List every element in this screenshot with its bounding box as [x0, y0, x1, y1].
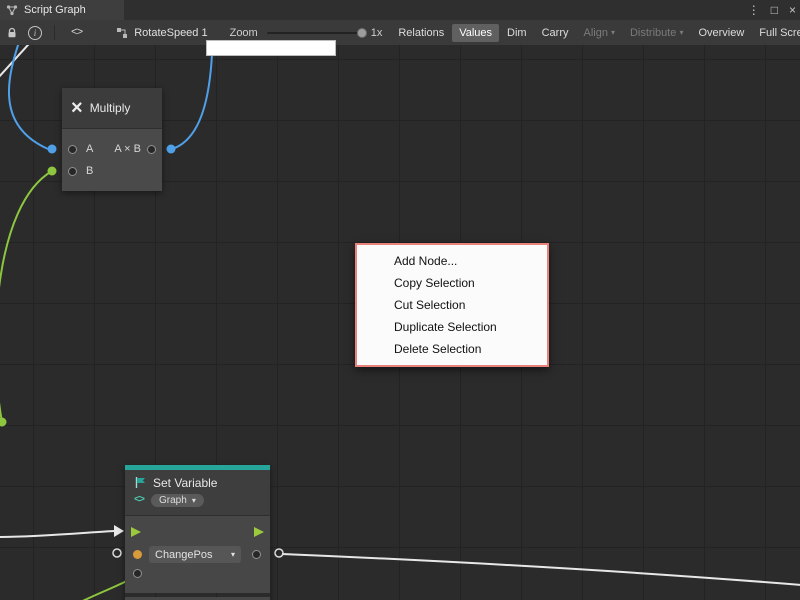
- node-multiply[interactable]: × Multiply A A × B B: [62, 88, 162, 191]
- wire-white-topleft[interactable]: [0, 45, 37, 78]
- port-b-input[interactable]: [68, 167, 77, 176]
- port-result-label: A × B: [114, 143, 141, 155]
- window-menu-icon[interactable]: ⋮: [748, 3, 760, 17]
- toolbar-button-distribute[interactable]: Distribute ▾: [623, 24, 690, 42]
- port-circle-left[interactable]: [113, 549, 121, 557]
- multiply-icon: ×: [71, 98, 83, 118]
- flow-arrow-icon: [254, 527, 264, 537]
- port-a-input[interactable]: [68, 145, 77, 154]
- variable-row: ChangePos ▾: [125, 546, 270, 563]
- port-dot-green-edge[interactable]: [0, 418, 7, 427]
- lock-icon[interactable]: [6, 27, 18, 39]
- dropdown-arrow-icon: ▾: [679, 29, 683, 37]
- node-set-variable-header[interactable]: Set Variable <> Graph ▾: [125, 470, 270, 516]
- node-set-variable-body: ChangePos ▾: [125, 516, 270, 593]
- toolbar-button-fullscreen[interactable]: Full Screen: [752, 24, 800, 42]
- toolbar-button-overview[interactable]: Overview: [691, 24, 751, 42]
- zoom-slider[interactable]: [267, 32, 363, 34]
- toolbar-separator: [54, 25, 55, 40]
- variable-flag-icon: [134, 476, 147, 489]
- window-close-icon[interactable]: ×: [789, 3, 796, 17]
- zoom-slider-handle[interactable]: [357, 28, 367, 38]
- node-set-variable[interactable]: Set Variable <> Graph ▾ ChangePos: [125, 465, 270, 600]
- flow-output-port[interactable]: [253, 526, 265, 538]
- zoom-label: Zoom: [230, 27, 258, 39]
- graph-toolbar: i <> RotateSpeed 1 Zoom 1x Relations Val…: [0, 20, 800, 46]
- port-dot-blue-result[interactable]: [167, 145, 176, 154]
- menu-item-copy-selection[interactable]: Copy Selection: [357, 272, 547, 294]
- graph-type-icon: <>: [134, 495, 144, 506]
- wire-blue-from-multiply-result[interactable]: [172, 54, 212, 149]
- variable-dropdown-label: ChangePos: [155, 549, 213, 561]
- window-maximize-icon[interactable]: □: [771, 3, 778, 17]
- value-input-port[interactable]: [133, 569, 142, 578]
- dropdown-arrow-icon: ▾: [231, 551, 235, 559]
- wire-arrowhead-icon: [114, 525, 124, 537]
- graph-breadcrumb-icon: [116, 27, 128, 39]
- code-view-button[interactable]: <>: [71, 27, 82, 39]
- context-menu: Add Node... Copy Selection Cut Selection…: [355, 243, 549, 367]
- toolbar-button-relations[interactable]: Relations: [391, 24, 451, 42]
- info-glyph: i: [28, 26, 42, 40]
- multiply-row-b: B: [62, 160, 162, 182]
- menu-item-add-node[interactable]: Add Node...: [357, 250, 547, 272]
- port-result-output[interactable]: [147, 145, 156, 154]
- breadcrumb-label: RotateSpeed 1: [134, 27, 207, 39]
- node-multiply-body: A A × B B: [62, 129, 162, 191]
- variable-dropdown[interactable]: ChangePos ▾: [149, 546, 241, 563]
- menu-item-duplicate-selection[interactable]: Duplicate Selection: [357, 316, 547, 338]
- breadcrumb-graph-name[interactable]: RotateSpeed 1: [116, 27, 207, 39]
- wire-green-into-multiply-b[interactable]: [0, 171, 52, 422]
- window-controls: ⋮ □ ×: [748, 0, 796, 20]
- toolbar-button-dim[interactable]: Dim: [500, 24, 534, 42]
- graph-canvas[interactable]: × Multiply A A × B B: [0, 45, 800, 600]
- port-dot-green-b[interactable]: [48, 167, 57, 176]
- node-multiply-header[interactable]: × Multiply: [62, 88, 162, 129]
- port-circle-right[interactable]: [275, 549, 283, 557]
- window-titlebar: Script Graph ⋮ □ ×: [0, 0, 800, 21]
- lock-glyph: [6, 27, 18, 39]
- multiply-row-a: A A × B: [62, 138, 162, 160]
- tab-title: Script Graph: [24, 4, 86, 16]
- wire-white-into-setvariable[interactable]: [0, 531, 114, 537]
- scope-dropdown[interactable]: Graph ▾: [151, 494, 204, 507]
- tab-script-graph[interactable]: Script Graph: [0, 0, 124, 20]
- toolbar-button-distribute-label: Distribute: [630, 27, 676, 39]
- toolbar-button-values[interactable]: Values: [452, 24, 499, 42]
- dropdown-arrow-icon: ▾: [192, 497, 196, 505]
- port-dot-blue-a[interactable]: [48, 145, 57, 154]
- dropdown-arrow-icon: ▾: [611, 29, 615, 37]
- script-graph-icon: [6, 4, 18, 16]
- flow-arrow-icon: [131, 527, 141, 537]
- variable-output-port[interactable]: [252, 550, 261, 559]
- text-field-popup[interactable]: [206, 40, 336, 56]
- info-icon[interactable]: i: [28, 26, 42, 40]
- scope-dropdown-label: Graph: [159, 495, 187, 506]
- variable-input-port[interactable]: [133, 550, 142, 559]
- node-multiply-title: Multiply: [90, 101, 131, 115]
- port-a-label: A: [86, 143, 93, 155]
- toolbar-button-carry[interactable]: Carry: [535, 24, 576, 42]
- toolbar-button-align-label: Align: [583, 27, 607, 39]
- menu-item-delete-selection[interactable]: Delete Selection: [357, 338, 547, 360]
- menu-item-cut-selection[interactable]: Cut Selection: [357, 294, 547, 316]
- node-set-variable-title: Set Variable: [153, 476, 217, 490]
- toolbar-button-align[interactable]: Align ▾: [576, 24, 621, 42]
- port-b-label: B: [86, 165, 93, 177]
- toolbar-buttons: Relations Values Dim Carry Align ▾ Distr…: [390, 24, 800, 42]
- wire-white-from-setvariable[interactable]: [282, 554, 800, 585]
- flow-input-port[interactable]: [130, 526, 142, 538]
- zoom-value: 1x: [371, 27, 383, 39]
